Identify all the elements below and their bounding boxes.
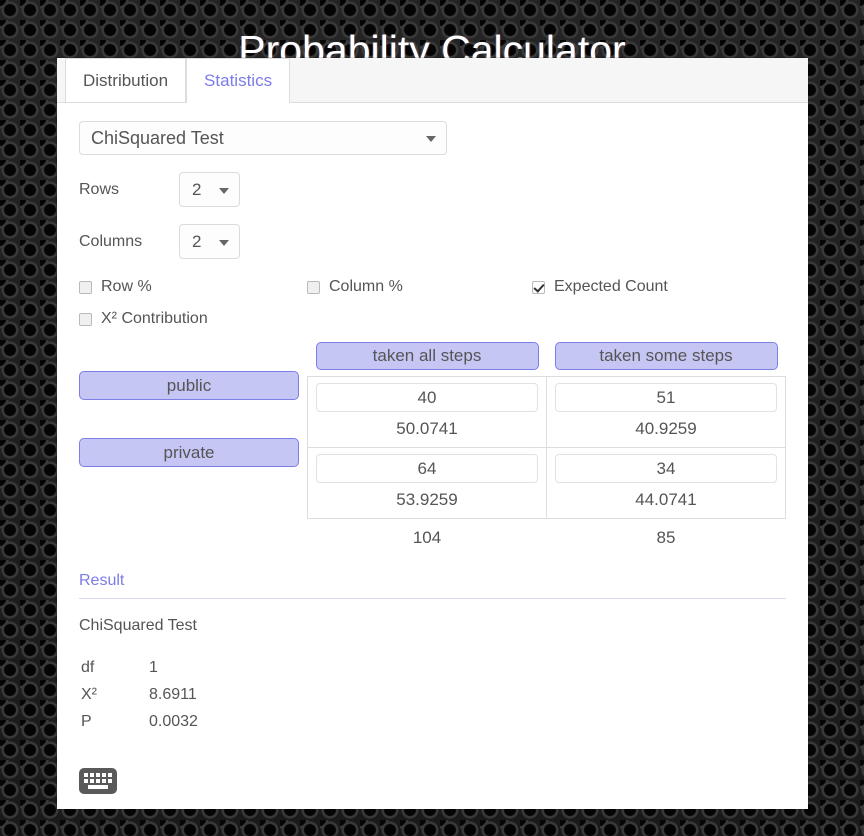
column-header-row: taken all steps taken some steps (308, 342, 786, 377)
checkbox-label: Column % (329, 278, 403, 295)
checkbox-chi-contribution[interactable]: X² Contribution (79, 310, 208, 328)
column-header-cell: taken all steps (308, 342, 547, 377)
row-header-column: public private (79, 342, 307, 548)
result-key-p: P (81, 713, 92, 730)
result-test-name: ChiSquared Test (79, 617, 197, 634)
result-value-p: 0.0032 (149, 713, 198, 730)
options-row-2: X² Contribution (79, 310, 786, 328)
result-key-chisq: X² (81, 686, 97, 703)
data-cell-r0c0: 50.0741 (307, 376, 547, 448)
column-totals-row: 104 85 (308, 519, 786, 549)
column-header-taken-all-steps[interactable]: taken all steps (315, 342, 539, 370)
result-values-table: df 1 X² 8.6911 P 0.0032 (79, 659, 198, 740)
keyboard-key (96, 779, 100, 783)
keyboard-key (84, 773, 88, 777)
result-row-df: df 1 (79, 659, 198, 686)
rows-select[interactable]: 2 (179, 172, 240, 207)
keyboard-spacebar (88, 785, 108, 789)
checkbox-label: Expected Count (554, 278, 668, 295)
keyboard-key-row (83, 773, 113, 777)
keyboard-icon[interactable] (79, 768, 117, 794)
keyboard-key (108, 779, 112, 783)
columns-select[interactable]: 2 (179, 224, 240, 259)
tab-statistics[interactable]: Statistics (186, 58, 291, 103)
checkbox-box[interactable] (79, 280, 92, 294)
checkbox-box[interactable] (307, 280, 320, 294)
test-select-wrapper: ChiSquared Test (79, 121, 447, 155)
result-value-df: 1 (149, 659, 158, 676)
contingency-table-area: public private taken all steps taken som… (79, 342, 786, 548)
result-row-chisq: X² 8.6911 (79, 686, 198, 713)
keyboard-key (102, 773, 106, 777)
checkbox-column-percent[interactable]: Column % (307, 278, 532, 296)
keyboard-key-row (83, 779, 113, 783)
expected-count-r1c1: 44.0741 (635, 490, 697, 509)
options-row-1: Row % Column % Expected Count (79, 278, 786, 296)
contingency-table: taken all steps taken some steps 50.0741… (307, 342, 786, 548)
result-value-chisq: 8.6911 (149, 686, 197, 703)
checkbox-label: Row % (101, 278, 152, 295)
expected-count-r1c0: 53.9259 (396, 490, 458, 509)
columns-select-wrapper: 2 (179, 224, 240, 259)
result-key-df: df (81, 659, 95, 676)
row-header-public[interactable]: public (79, 371, 299, 400)
checkbox-label: X² Contribution (101, 310, 208, 327)
checkbox-box[interactable] (79, 312, 92, 326)
observed-input-r0c0[interactable] (316, 383, 538, 412)
data-cell-r1c0: 53.9259 (307, 447, 547, 519)
tab-distribution[interactable]: Distribution (65, 58, 187, 102)
keyboard-key (102, 779, 106, 783)
data-cell-r1c1: 44.0741 (546, 447, 786, 519)
statistics-panel: ChiSquared Test Rows 2 Columns 2 Row % C… (57, 103, 808, 740)
tab-bar: Distribution Statistics (57, 58, 808, 103)
expected-count-r0c1: 40.9259 (635, 419, 697, 438)
main-panel: Distribution Statistics ChiSquared Test … (57, 58, 808, 809)
rows-control: Rows 2 (79, 172, 786, 207)
keyboard-key (90, 773, 94, 777)
column-total-1: 85 (656, 528, 676, 547)
table-row: 50.0741 40.9259 (307, 376, 786, 448)
column-header-cell: taken some steps (547, 342, 786, 377)
test-select[interactable]: ChiSquared Test (79, 121, 447, 155)
data-cell-r0c1: 40.9259 (546, 376, 786, 448)
keyboard-key (108, 773, 112, 777)
observed-input-r1c1[interactable] (555, 454, 777, 483)
keyboard-key (90, 779, 94, 783)
checkbox-box[interactable] (532, 280, 545, 294)
expected-count-r0c0: 50.0741 (396, 419, 458, 438)
columns-label: Columns (79, 232, 143, 250)
row-header-private[interactable]: private (79, 438, 299, 467)
checkbox-expected-count[interactable]: Expected Count (532, 278, 668, 296)
keyboard-key (84, 779, 88, 783)
observed-input-r0c1[interactable] (555, 383, 777, 412)
rows-label: Rows (79, 180, 120, 198)
table-row: 53.9259 44.0741 (307, 447, 786, 519)
rows-select-wrapper: 2 (179, 172, 240, 207)
keyboard-key (96, 773, 100, 777)
checkbox-row-percent[interactable]: Row % (79, 278, 307, 296)
column-header-taken-some-steps[interactable]: taken some steps (554, 342, 778, 370)
column-total-0: 104 (412, 528, 442, 547)
result-row-p: P 0.0032 (79, 713, 198, 740)
observed-input-r1c0[interactable] (316, 454, 538, 483)
columns-control: Columns 2 (79, 224, 786, 259)
result-heading: Result (79, 572, 786, 599)
